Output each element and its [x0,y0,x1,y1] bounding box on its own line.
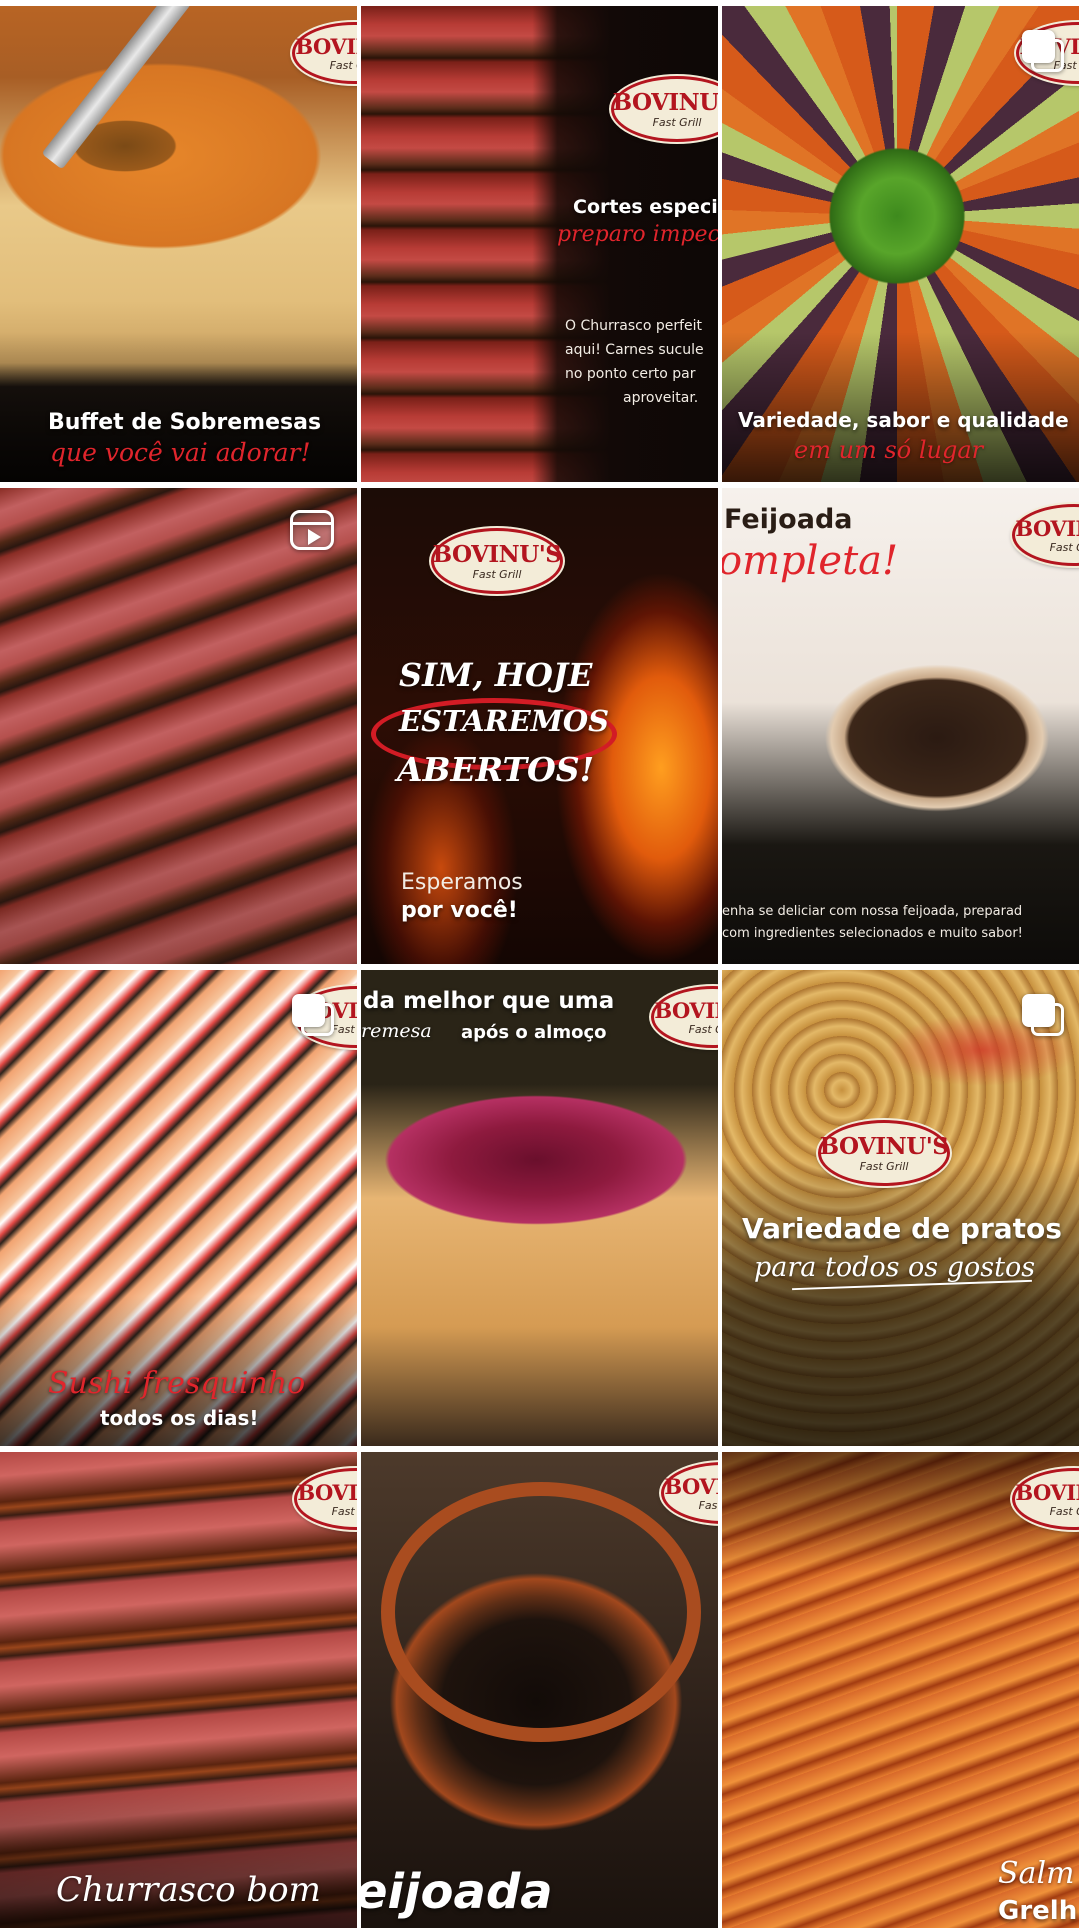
post-body-line: aqui! Carnes sucule [565,342,704,358]
carousel-icon [292,994,334,1036]
post-headline-line: ABERTOS! [397,750,595,789]
post-title: Variedade de pratos [742,1212,1062,1245]
clay-bowl [381,1482,701,1742]
post-subtitle: para todos os gostos [754,1252,1036,1283]
post-subtitle: preparo impec [557,222,718,247]
post-title: Variedade, sabor e qualidade [738,408,1069,432]
post-title: da melhor que uma [363,988,615,1014]
reel-icon [290,510,334,550]
post-tile-abertos[interactable]: BOVINU'S Fast Grill SIM, HOJE ESTAREMOS … [361,488,718,964]
post-body-line: no ponto certo par [565,366,696,382]
post-tile-cortes-especiais[interactable]: BOVINU'S Fast Grill Cortes especi prepar… [361,6,718,482]
post-body-line: enha se deliciar com nossa feijoada, pre… [722,904,1023,919]
post-tile-salmao[interactable]: BOVINU'S Fast Grill Salm Grelh [722,1452,1079,1928]
carousel-icon [1022,994,1064,1036]
profile-post-grid: BOVINU'S Fast Grill Buffet de Sobremesas… [0,0,1080,1928]
post-tile-sushi[interactable]: BOVINU'S Fast Grill Sushi fresquinho tod… [0,970,357,1446]
post-footer-line: por você! [401,898,518,923]
post-headline-line: ESTAREMOS [399,704,610,738]
post-image-picanha-slices [0,488,357,964]
post-tile-feijoada-completa[interactable]: BOVINU'S Fast Grill Feijoada ompleta! en… [722,488,1079,964]
post-subtitle: que você vai adorar! [50,438,311,467]
post-title: Buffet de Sobremesas [48,410,322,435]
post-tile-feijoada[interactable]: BOVINU'S Fast Grill eijoada [361,1452,718,1928]
post-footer-line: Esperamos [401,870,523,895]
post-tile-sobremesa-almoco[interactable]: BOVINU'S Fast Grill da melhor que uma re… [361,970,718,1446]
post-tile-churrasco-bom[interactable]: BOVINU'S Fast Grill Churrasco bom [0,1452,357,1928]
post-body-line: aproveitar. [623,390,699,406]
post-subtitle: eijoada [361,1864,553,1920]
carousel-icon [1022,30,1064,72]
post-body-line: com ingredientes selecionados e muito sa… [722,926,1023,941]
post-body-line: O Churrasco perfeit [565,318,703,334]
post-title: Cortes especi [573,196,718,218]
post-headline-line: SIM, HOJE [399,656,593,694]
post-tile-buffet-sobremesas[interactable]: BOVINU'S Fast Grill Buffet de Sobremesas… [0,6,357,482]
post-title: Feijoada [724,504,853,535]
post-subtitle: em um só lugar [794,436,984,464]
bovinus-logo: BOVINU'S Fast Grill [818,1120,950,1186]
post-subtitle: Salm [998,1856,1075,1891]
post-subtitle: Sushi fresquinho [48,1366,306,1401]
post-tile-variedade-pratos[interactable]: BOVINU'S Fast Grill Variedade de pratos … [722,970,1079,1446]
post-tile-variedade-sabor[interactable]: BOVINU'S Fast Grill Variedade, sabor e q… [722,6,1079,482]
post-tile-picanha-reel[interactable] [0,488,357,964]
post-title-2: após o almoço [461,1022,607,1043]
bovinus-logo: BOVINU'S Fast Grill [431,528,563,594]
post-title: todos os dias! [100,1406,259,1430]
post-subtitle: ompleta! [722,538,899,584]
post-subtitle: Churrasco bom [56,1870,321,1910]
post-subtitle: remesa [361,1020,432,1042]
